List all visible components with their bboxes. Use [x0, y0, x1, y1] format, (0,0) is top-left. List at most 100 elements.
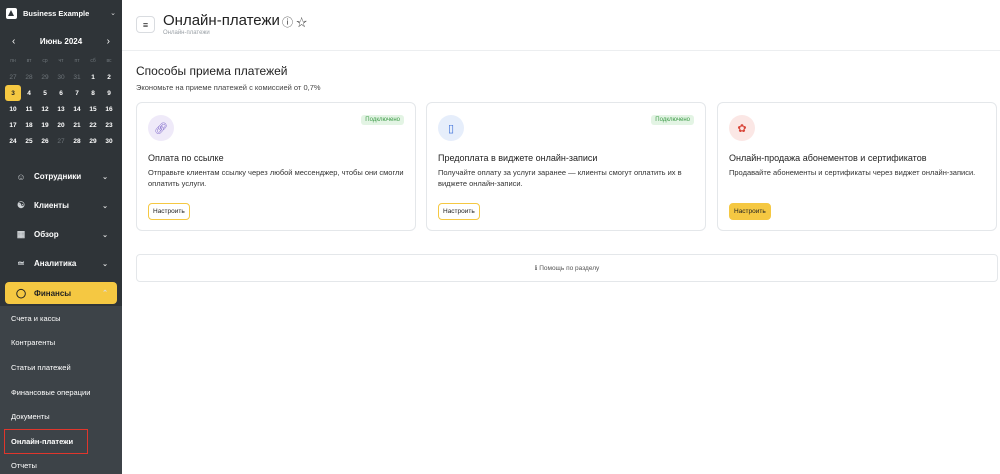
chevron-down-icon: ⌄: [102, 260, 108, 268]
business-logo-icon: [6, 7, 17, 19]
calendar-day[interactable]: 17: [5, 117, 21, 133]
configure-button[interactable]: Настроить: [148, 203, 190, 220]
sidebar-item-clients[interactable]: ☯ Клиенты ⌄: [0, 191, 122, 220]
calendar-day[interactable]: 23: [101, 117, 117, 133]
calendar-day[interactable]: 29: [37, 69, 53, 85]
page-header: ≡ Онлайн-платежи ⓘ ☆ Онлайн-платежи: [122, 0, 1000, 51]
calendar-day[interactable]: 7: [69, 85, 85, 101]
configure-button[interactable]: Настроить: [729, 203, 771, 220]
info-icon[interactable]: ⓘ: [282, 17, 293, 29]
calendar-day[interactable]: 6: [53, 85, 69, 101]
calendar-day[interactable]: 29: [85, 133, 101, 149]
payment-method-card: ▯ Подключено Предоплата в виджете онлайн…: [426, 102, 706, 231]
analytics-icon: ≃: [17, 258, 25, 268]
breadcrumb[interactable]: Онлайн-платежи: [163, 30, 210, 36]
card-title: Предоплата в виджете онлайн-записи: [438, 153, 598, 163]
payment-method-card: 🔗︎ Подключено Оплата по ссылке Отправьте…: [136, 102, 416, 231]
sidebar-nav: ☺ Сотрудники ⌄ ☯ Клиенты ⌄ ▦ Обзор ⌄ ≃ А…: [0, 162, 122, 474]
card-description: Продавайте абонементы и сертификаты чере…: [729, 168, 976, 177]
prev-month-icon[interactable]: ‹: [12, 36, 15, 47]
sidebar-item-label: Обзор: [34, 230, 59, 239]
calendar-day[interactable]: 21: [69, 117, 85, 133]
chevron-down-icon: ⌄: [102, 173, 108, 181]
calendar-weekdays: пн вт ср чт пт сб вс: [5, 53, 117, 69]
submenu-item-documents[interactable]: Документы: [0, 404, 122, 429]
weekday-label: чт: [58, 58, 64, 64]
sidebar: Business Example ⌄ ‹ Июнь 2024 › пн вт с…: [0, 0, 122, 474]
submenu-item-counterparties[interactable]: Контрагенты: [0, 331, 122, 356]
calendar-day[interactable]: 14: [69, 101, 85, 117]
section-heading: Способы приема платежей: [136, 64, 288, 78]
calendar-day[interactable]: 11: [21, 101, 37, 117]
calendar-month: Июнь 2024: [39, 36, 83, 46]
calendar-day[interactable]: 30: [53, 69, 69, 85]
calendar-day[interactable]: 26: [37, 133, 53, 149]
sidebar-item-finance[interactable]: ◯ Финансы ⌃: [5, 282, 117, 304]
calendar-day[interactable]: 13: [53, 101, 69, 117]
sidebar-item-analytics[interactable]: ≃ Аналитика ⌄: [0, 249, 122, 278]
phone-icon: ▯: [438, 115, 464, 141]
submenu-item-reports[interactable]: Отчеты: [0, 454, 122, 474]
calendar-day[interactable]: 27: [5, 69, 21, 85]
calendar-day[interactable]: 1: [85, 69, 101, 85]
submenu-item-payment-items[interactable]: Статьи платежей: [0, 355, 122, 380]
calendar-day[interactable]: 10: [5, 101, 21, 117]
calendar-day[interactable]: 25: [21, 133, 37, 149]
chevron-up-icon: ⌃: [102, 290, 108, 297]
calendar-day[interactable]: 8: [85, 85, 101, 101]
calendar-week: 27 28 29 30 31 1 2: [5, 69, 117, 85]
star-icon[interactable]: ☆: [296, 17, 307, 29]
sidebar-item-label: Аналитика: [34, 259, 77, 268]
sidebar-item-label: Сотрудники: [34, 172, 82, 181]
sidebar-item-label: Клиенты: [34, 201, 69, 210]
calendar-day[interactable]: 4: [21, 85, 37, 101]
weekday-label: пн: [10, 58, 16, 64]
dollar-icon: ◯: [15, 287, 27, 298]
calendar-day[interactable]: 22: [85, 117, 101, 133]
calendar-day[interactable]: 19: [37, 117, 53, 133]
business-name: Business Example: [23, 8, 90, 18]
calendar-week: 24 25 26 27 28 29 30: [5, 133, 117, 149]
calendar-day-today[interactable]: 3: [5, 85, 21, 101]
help-label: Помощь по разделу: [539, 264, 600, 272]
calendar-day[interactable]: 20: [53, 117, 69, 133]
menu-toggle-button[interactable]: ≡: [136, 16, 155, 33]
help-link[interactable]: ℹ Помощь по разделу: [136, 254, 998, 282]
weekday-label: сб: [90, 58, 96, 64]
title-icons: ⓘ ☆: [282, 14, 307, 30]
calendar-day[interactable]: 30: [101, 133, 117, 149]
calendar-week: 3 4 5 6 7 8 9: [5, 85, 117, 101]
section-subheading: Экономьте на приеме платежей с комиссией…: [136, 83, 321, 92]
finance-submenu: Счета и кассы Контрагенты Статьи платеже…: [0, 306, 122, 474]
calendar-day[interactable]: 28: [69, 133, 85, 149]
calendar-day[interactable]: 27: [53, 133, 69, 149]
certificate-icon: ✿: [729, 115, 755, 141]
calendar-day[interactable]: 5: [37, 85, 53, 101]
main-content: ≡ Онлайн-платежи ⓘ ☆ Онлайн-платежи Спос…: [122, 0, 1000, 474]
submenu-item-finance-operations[interactable]: Финансовые операции: [0, 380, 122, 405]
calendar-day[interactable]: 31: [69, 69, 85, 85]
sidebar-item-label: Финансы: [34, 288, 72, 298]
submenu-item-online-payments[interactable]: Онлайн-платежи: [4, 428, 88, 454]
calendar-day[interactable]: 16: [101, 101, 117, 117]
card-title: Оплата по ссылке: [148, 153, 224, 163]
calendar-week: 10 11 12 13 14 15 16: [5, 101, 117, 117]
chevron-down-icon: ⌄: [102, 231, 108, 239]
calendar-day[interactable]: 18: [21, 117, 37, 133]
configure-button[interactable]: Настроить: [438, 203, 480, 220]
calendar-day[interactable]: 9: [101, 85, 117, 101]
calendar-day[interactable]: 12: [37, 101, 53, 117]
mini-calendar: пн вт ср чт пт сб вс 27 28 29 30 31 1 2 …: [5, 53, 117, 149]
sidebar-item-employees[interactable]: ☺ Сотрудники ⌄: [0, 162, 122, 191]
calendar-day[interactable]: 28: [21, 69, 37, 85]
calendar-day[interactable]: 15: [85, 101, 101, 117]
person-icon: ☺: [16, 171, 26, 182]
calendar-day[interactable]: 2: [101, 69, 117, 85]
next-month-icon[interactable]: ›: [107, 36, 110, 47]
business-switcher[interactable]: Business Example ⌄: [0, 0, 122, 26]
chevron-down-icon: ⌄: [102, 202, 108, 210]
submenu-item-accounts[interactable]: Счета и кассы: [0, 306, 122, 331]
calendar-day[interactable]: 24: [5, 133, 21, 149]
weekday-label: пт: [74, 58, 80, 64]
sidebar-item-overview[interactable]: ▦ Обзор ⌄: [0, 220, 122, 249]
